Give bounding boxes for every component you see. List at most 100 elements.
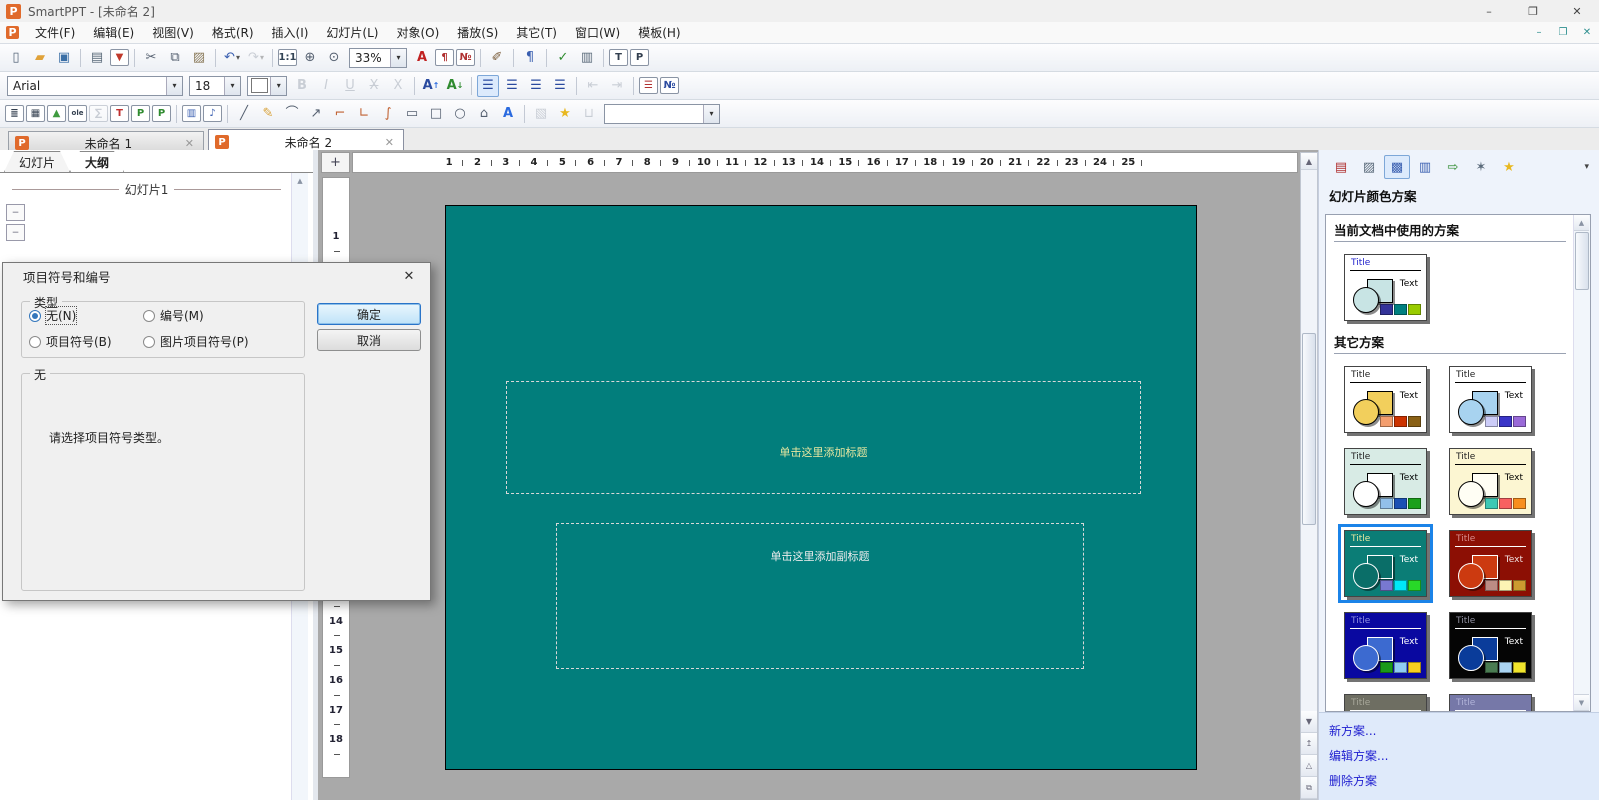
zoom-in-button[interactable]: ⊕: [299, 47, 321, 69]
menu-window[interactable]: 窗口(W): [566, 24, 629, 41]
insert-placeholder-alt-button[interactable]: P: [152, 105, 171, 122]
insert-image-button[interactable]: ▲: [47, 105, 66, 122]
delete-scheme-link[interactable]: 删除方案: [1329, 772, 1599, 789]
menu-view[interactable]: 视图(V): [143, 24, 203, 41]
connector-elbow-tool[interactable]: ∟: [353, 103, 375, 125]
star-shape-tool[interactable]: ★: [554, 103, 576, 125]
cancel-button[interactable]: 取消: [317, 329, 421, 351]
radio-none[interactable]: 无(N): [29, 307, 76, 324]
minimize-button[interactable]: –: [1467, 0, 1511, 22]
custom-animation-button[interactable]: ★: [1496, 155, 1522, 179]
scheme-black[interactable]: Title Text: [1443, 606, 1538, 685]
subtitle-placeholder[interactable]: 单击这里添加副标题: [556, 523, 1084, 669]
shrink-font-button[interactable]: A: [444, 75, 466, 97]
print-button[interactable]: ▤: [86, 47, 108, 69]
previous-slide-button[interactable]: △: [1301, 755, 1317, 777]
mdi-minimize-button[interactable]: –: [1527, 25, 1551, 41]
mdi-restore-button[interactable]: ❐: [1551, 25, 1575, 41]
mdi-close-button[interactable]: ✕: [1575, 25, 1599, 41]
ellipse-tool[interactable]: ○: [449, 103, 471, 125]
bold-button[interactable]: B: [291, 75, 313, 97]
numbered-list-button[interactable]: №: [660, 77, 679, 94]
scheme-dark-red[interactable]: Title Text: [1443, 524, 1538, 603]
new-document-button[interactable]: ▯: [5, 47, 27, 69]
insert-text-frame-button[interactable]: ≣: [5, 105, 24, 122]
bullets-numbering-button[interactable]: №: [456, 49, 475, 66]
connector-tool[interactable]: ⌐: [329, 103, 351, 125]
line-tool[interactable]: ╱: [233, 103, 255, 125]
undo-button[interactable]: ↶: [221, 47, 243, 69]
next-slide-button[interactable]: ⧉: [1301, 777, 1317, 799]
animation-schemes-button[interactable]: ✶: [1468, 155, 1494, 179]
align-left-button[interactable]: ☰: [477, 75, 499, 97]
tab-outline[interactable]: 大纲: [70, 151, 124, 172]
placeholder-object-button[interactable]: P: [630, 49, 649, 66]
slide-design-button[interactable]: ▨: [1356, 155, 1382, 179]
zoom-combo[interactable]: 33% ▾: [349, 48, 407, 68]
zoom-out-button[interactable]: ⊙: [323, 47, 345, 69]
ok-button[interactable]: 确定: [317, 303, 421, 325]
slide-transition-button[interactable]: ⇨: [1440, 155, 1466, 179]
close-tab-icon[interactable]: ✕: [382, 136, 397, 149]
close-tab-icon[interactable]: ✕: [182, 137, 197, 150]
spell-check-button[interactable]: ✓: [552, 47, 574, 69]
export-pdf-button[interactable]: ▼: [110, 49, 129, 66]
close-button[interactable]: ✕: [1555, 0, 1599, 22]
increase-indent-button[interactable]: ⇥: [606, 75, 628, 97]
save-button[interactable]: ▣: [53, 47, 75, 69]
slide-layout-button[interactable]: ▤: [1328, 155, 1354, 179]
color-schemes-button[interactable]: ▩: [1384, 155, 1410, 179]
pilcrow-toggle-button[interactable]: ¶: [519, 47, 541, 69]
arrow-tool[interactable]: ↗: [305, 103, 327, 125]
zoom-dropdown-icon[interactable]: ▾: [390, 49, 406, 67]
italic-button[interactable]: I: [315, 75, 337, 97]
radio-icon[interactable]: [143, 336, 155, 348]
freehand-tool[interactable]: ✎: [257, 103, 279, 125]
copy-button[interactable]: ⧉: [164, 47, 186, 69]
panel-dropdown-icon[interactable]: ▾: [1584, 162, 1593, 172]
scheme-gray[interactable]: Title Text: [1338, 688, 1433, 712]
scheme-edit-button[interactable]: ▥: [1412, 155, 1438, 179]
dialog-close-icon[interactable]: ✕: [394, 269, 424, 284]
frame-tool[interactable]: ⊔: [578, 103, 600, 125]
cut-button[interactable]: ✂: [140, 47, 162, 69]
scroll-up-icon[interactable]: ▲: [1301, 153, 1317, 170]
slide-canvas[interactable]: 单击这里添加标题 单击这里添加副标题: [445, 205, 1197, 770]
bullet-list-button[interactable]: ☰: [639, 77, 658, 94]
strikethrough-button[interactable]: X: [363, 75, 385, 97]
insert-table-button[interactable]: ▦: [26, 105, 45, 122]
insert-title-frame-button[interactable]: T: [110, 105, 129, 122]
outline-collapse-toggle[interactable]: −: [6, 224, 25, 241]
open-folder-button[interactable]: ▰: [29, 47, 51, 69]
font-name-dropdown-icon[interactable]: ▾: [166, 77, 182, 95]
statistics-button[interactable]: ▥: [576, 47, 598, 69]
scheme-yellow[interactable]: Title Text: [1338, 360, 1433, 439]
align-right-button[interactable]: ☰: [501, 75, 523, 97]
grow-font-button[interactable]: A: [420, 75, 442, 97]
polygon-tool[interactable]: ⌂: [473, 103, 495, 125]
justify-button[interactable]: ☰: [549, 75, 571, 97]
scroll-down-icon[interactable]: ▼: [1301, 711, 1317, 733]
menu-file[interactable]: 文件(F): [26, 24, 84, 41]
scheme-slate[interactable]: Title Text: [1443, 688, 1538, 712]
square-tool[interactable]: □: [425, 103, 447, 125]
scroll-down-icon[interactable]: ▼: [1574, 694, 1589, 711]
new-scheme-link[interactable]: 新方案...: [1329, 722, 1599, 739]
format-painter-button[interactable]: ✐: [486, 47, 508, 69]
insert-placeholder-button[interactable]: P: [131, 105, 150, 122]
scheme-teal[interactable]: Title Text: [1338, 524, 1433, 603]
wordart-tool[interactable]: A: [497, 103, 519, 125]
border-style-dropdown[interactable]: ▾: [247, 76, 287, 96]
select-objects-tool[interactable]: ▧: [530, 103, 552, 125]
paragraph-format-button[interactable]: ¶: [435, 49, 454, 66]
maximize-button[interactable]: ❐: [1511, 0, 1555, 22]
vertical-scrollbar[interactable]: ▲ ▼ ↥ △ ⧉: [1300, 152, 1318, 800]
outline-slide-title[interactable]: 幻灯片1: [6, 181, 287, 198]
font-size-combo[interactable]: 18 ▾: [189, 76, 241, 96]
insert-ole-object-button[interactable]: ole: [68, 105, 87, 122]
shadow-button[interactable]: X: [387, 75, 409, 97]
curve-tool[interactable]: ⌒: [281, 103, 303, 125]
decrease-indent-button[interactable]: ⇤: [582, 75, 604, 97]
scheme-list-scrollbar[interactable]: ▲ ▼: [1573, 215, 1590, 711]
paste-button[interactable]: ▨: [188, 47, 210, 69]
